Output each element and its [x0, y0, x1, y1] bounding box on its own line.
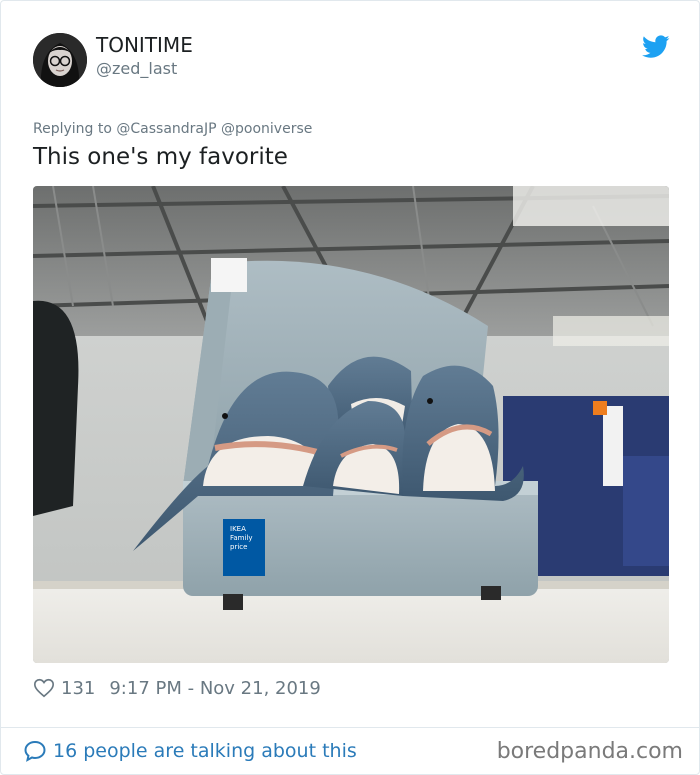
tweet-text: This one's my favorite — [33, 144, 288, 170]
tweet-timestamp[interactable]: 9:17 PM - Nov 21, 2019 — [109, 678, 320, 699]
tweet-meta: 131 9:17 PM - Nov 21, 2019 — [33, 676, 321, 700]
tweet-photo[interactable]: IKEA Family price — [33, 186, 669, 663]
conversation-link[interactable]: 16 people are talking about this — [23, 738, 357, 764]
speech-bubble-icon — [24, 740, 46, 762]
divider — [1, 727, 699, 728]
tweet-card: TONITIME @zed_last Replying to @Cassandr… — [0, 0, 700, 775]
talking-count-label[interactable]: 16 people are talking about this — [53, 740, 357, 762]
photo-sharks-on-ikea-chair: IKEA Family price — [33, 186, 669, 663]
display-name[interactable]: TONITIME — [96, 33, 193, 57]
ikea-tag-line-2: Family — [230, 534, 253, 542]
brand-watermark: boredpanda.com — [496, 739, 683, 764]
heart-icon[interactable] — [33, 677, 55, 699]
avatar[interactable] — [33, 33, 87, 87]
user-handle[interactable]: @zed_last — [96, 59, 177, 78]
ikea-tag-line-3: price — [230, 543, 247, 551]
twitter-bird-icon[interactable] — [642, 35, 670, 59]
ikea-tag-line-1: IKEA — [230, 525, 246, 533]
avatar-image — [33, 33, 87, 87]
like-count[interactable]: 131 — [61, 678, 95, 699]
reply-context[interactable]: Replying to @CassandraJP @pooniverse — [33, 121, 312, 137]
